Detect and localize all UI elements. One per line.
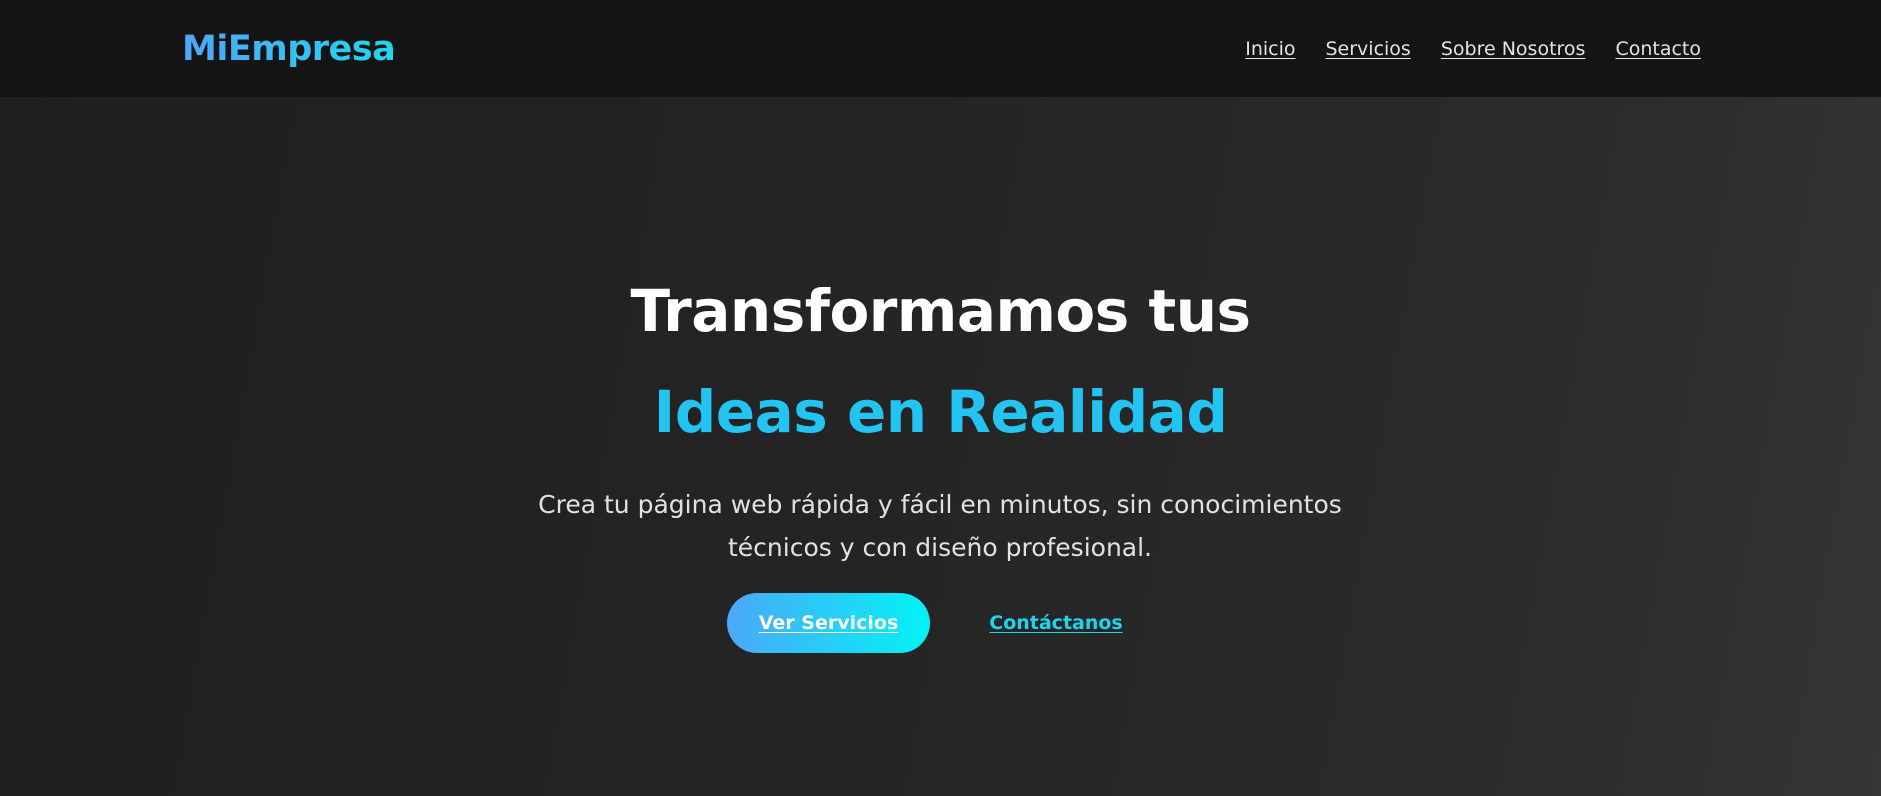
nav-link-sobre-nosotros[interactable]: Sobre Nosotros: [1441, 38, 1586, 60]
nav-link-contacto[interactable]: Contacto: [1615, 38, 1701, 60]
hero-subtitle: Crea tu página web rápida y fácil en min…: [538, 490, 1342, 562]
nav-link-servicios[interactable]: Servicios: [1326, 38, 1411, 60]
hero-title-line1: Transformamos tus: [630, 277, 1251, 345]
logo[interactable]: MiEmpresa: [182, 29, 396, 69]
nav-links: Inicio Servicios Sobre Nosotros Contacto: [1245, 38, 1701, 60]
ver-servicios-button[interactable]: Ver Servicios: [727, 593, 930, 653]
hero-section: Transformamos tus Ideas en Realidad Crea…: [0, 97, 1881, 796]
navbar: MiEmpresa Inicio Servicios Sobre Nosotro…: [0, 0, 1881, 97]
contactanos-link[interactable]: Contáctanos: [980, 593, 1132, 653]
nav-link-inicio[interactable]: Inicio: [1245, 38, 1295, 60]
hero-title-line2: Ideas en Realidad: [653, 378, 1228, 446]
